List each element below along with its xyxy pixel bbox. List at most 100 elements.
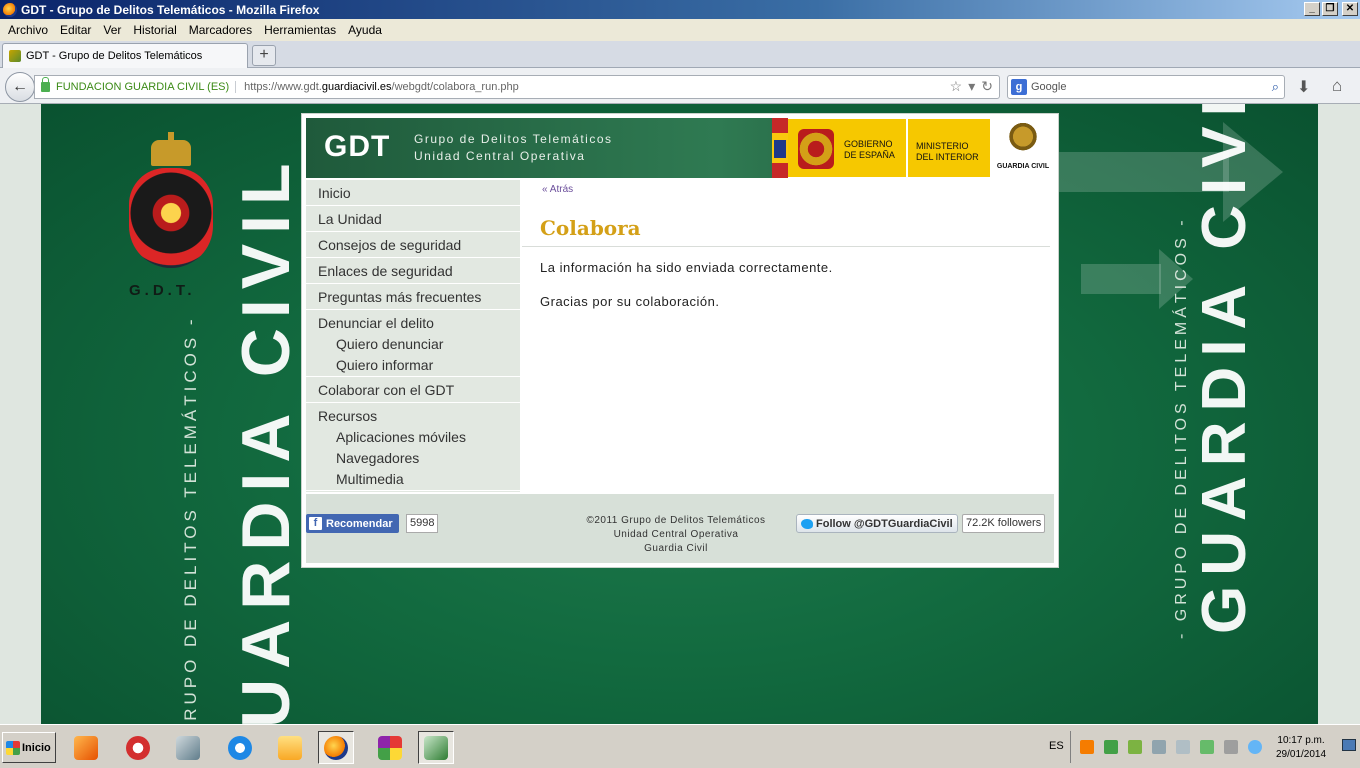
taskbar-apps[interactable] [372, 731, 408, 764]
tab-gdt[interactable]: GDT - Grupo de Delitos Telemáticos [2, 43, 248, 68]
security-check-icon[interactable] [1104, 740, 1118, 754]
taskbar-opera[interactable] [120, 731, 156, 764]
sidebar-item-preguntas[interactable]: Preguntas más frecuentes [306, 284, 520, 310]
guardia-civil-emblem-icon [1009, 123, 1037, 157]
ministerio-logo[interactable]: MINISTERIO DEL INTERIOR [908, 119, 990, 177]
site-identity[interactable]: FUNDACION GUARDIA CIVIL (ES) [56, 81, 237, 93]
network-icon[interactable] [1152, 740, 1166, 754]
warning-icon[interactable] [1080, 740, 1094, 754]
gdt-emblem-icon [125, 132, 217, 280]
gobierno-logo[interactable]: GOBIERNO DE ESPAÑA [788, 119, 906, 177]
sidebar-item-enlaces[interactable]: Enlaces de seguridad [306, 258, 520, 284]
footer-line-3: Guardia Civil [644, 543, 708, 554]
facebook-icon: f [309, 517, 322, 530]
footer-line-2: Unidad Central Operativa [613, 529, 739, 540]
home-icon[interactable]: ⌂ [1332, 76, 1342, 96]
menu-editar[interactable]: Editar [55, 23, 96, 37]
bookmark-star-icon[interactable]: ☆ [950, 78, 963, 95]
sidebar-subitem-navegadores[interactable]: Navegadores [306, 448, 520, 469]
start-label: Inicio [22, 741, 51, 754]
url-bar[interactable]: FUNDACION GUARDIA CIVIL (ES) https://www… [34, 75, 1000, 99]
search-icon[interactable]: ⌕ [1272, 79, 1279, 95]
menu-ayuda[interactable]: Ayuda [343, 23, 387, 37]
menu-historial[interactable]: Historial [128, 23, 181, 37]
new-tab-button[interactable]: + [252, 45, 276, 66]
thanks-message: Gracias por su colaboración. [540, 294, 720, 309]
close-button[interactable]: ✕ [1342, 2, 1358, 16]
title-divider [522, 246, 1050, 247]
sidebar-subitem-apps[interactable]: Aplicaciones móviles [306, 427, 520, 448]
twitter-follow-button[interactable]: Follow @GDTGuardiaCivil [796, 514, 958, 533]
twitter-icon [801, 518, 813, 529]
firefox-icon [324, 735, 348, 760]
back-button[interactable]: ← [5, 72, 35, 102]
restore-button[interactable]: ❐ [1322, 2, 1338, 16]
flag-icon[interactable] [1224, 740, 1238, 754]
reload-icon[interactable]: ↻ [981, 78, 993, 95]
navigation-bar: ← FUNDACION GUARDIA CIVIL (ES) https://w… [0, 68, 1360, 104]
menu-archivo[interactable]: Archivo [3, 23, 53, 37]
sidebar-item-denunciar[interactable]: Denunciar el delito [306, 312, 520, 334]
sidebar-item-consejos[interactable]: Consejos de seguridad [306, 232, 520, 258]
start-button[interactable]: Inicio [2, 732, 56, 763]
facebook-recommend-button[interactable]: f Recomendar [306, 514, 399, 533]
tray-app-icon[interactable] [1128, 740, 1142, 754]
language-indicator[interactable]: ES [1049, 740, 1064, 752]
taskbar-editor[interactable] [418, 731, 454, 764]
back-arrow-icon: ← [12, 78, 28, 95]
folder-icon [278, 735, 302, 760]
footer-line-1: ©2011 Grupo de Delitos Telemáticos [586, 515, 766, 526]
sidebar-item-la-unidad[interactable]: La Unidad [306, 206, 520, 232]
volume-icon[interactable] [1176, 740, 1190, 754]
site-header: GDT Grupo de Delitos Telemáticos Unidad … [306, 118, 1054, 178]
sidebar-subitem-quiero-denunciar[interactable]: Quiero denunciar [306, 334, 520, 355]
sidebar-group-denunciar: Denunciar el delito Quiero denunciar Qui… [306, 310, 520, 377]
taskbar-media-player[interactable] [68, 731, 104, 764]
sidebar-group-recursos: Recursos Aplicaciones móviles Navegadore… [306, 403, 520, 491]
sidebar-item-recursos[interactable]: Recursos [306, 405, 520, 427]
globe-icon[interactable] [1248, 740, 1262, 754]
url-dropdown-icon[interactable]: ▾ [968, 78, 975, 95]
main-content: « Atrás Colabora La información ha sido … [520, 180, 1052, 492]
sidebar-subitem-quiero-informar[interactable]: Quiero informar [306, 355, 520, 376]
download-icon[interactable]: ⬇ [1297, 77, 1310, 97]
sidebar-item-inicio[interactable]: Inicio [306, 180, 520, 206]
search-bar[interactable]: g Google ⌕ [1007, 75, 1285, 99]
safely-remove-icon[interactable] [1200, 740, 1214, 754]
minimize-button[interactable]: _ [1304, 2, 1320, 16]
show-desktop-icon[interactable] [1342, 739, 1356, 751]
arrow-decoration [1081, 264, 1161, 294]
eu-flag-icon [774, 140, 786, 158]
taskbar-internet-explorer[interactable] [222, 731, 258, 764]
taskbar-explorer[interactable] [272, 731, 308, 764]
facebook-recommend-label: Recomendar [326, 517, 393, 530]
site-footer: f Recomendar 5998 ©2011 Grupo de Delitos… [306, 494, 1054, 563]
sidebar-item-colaborar[interactable]: Colaborar con el GDT [306, 377, 520, 403]
page-viewport[interactable]: G.D.T. GRUPO DE DELITOS TELEMÁTICOS - UA… [0, 104, 1360, 724]
google-engine-icon[interactable]: g [1011, 79, 1027, 95]
pen-icon [424, 735, 448, 760]
lock-icon [41, 77, 50, 92]
bg-left-subtitle: GRUPO DE DELITOS TELEMÁTICOS - [181, 315, 200, 724]
taskbar-notes[interactable] [170, 731, 206, 764]
sidebar-subitem-multimedia[interactable]: Multimedia [306, 469, 520, 490]
system-clock[interactable]: 10:17 p.m. 29/01/2014 [1276, 734, 1326, 762]
menu-herramientas[interactable]: Herramientas [259, 23, 341, 37]
taskbar-firefox[interactable] [318, 731, 354, 764]
sidebar-nav: Inicio La Unidad Consejos de seguridad E… [306, 180, 520, 492]
footer-credits: ©2011 Grupo de Delitos Telemáticos Unida… [526, 514, 826, 556]
coat-of-arms-icon [798, 129, 834, 169]
menu-ver[interactable]: Ver [98, 23, 126, 37]
gobierno-text: GOBIERNO DE ESPAÑA [844, 139, 895, 160]
back-link[interactable]: « Atrás [542, 184, 573, 195]
gdt-logo[interactable]: GDT [324, 130, 390, 164]
gdt-favicon-icon [9, 50, 21, 62]
firefox-icon [3, 2, 17, 17]
search-input[interactable]: Google [1031, 81, 1066, 93]
opera-icon [126, 735, 150, 760]
menu-marcadores[interactable]: Marcadores [184, 23, 257, 37]
guardia-civil-text: GUARDIA CIVIL [996, 163, 1050, 170]
ministerio-text: MINISTERIO DEL INTERIOR [916, 141, 979, 162]
guardia-civil-logo[interactable]: GUARDIA CIVIL [992, 119, 1054, 177]
media-player-icon [74, 735, 98, 760]
